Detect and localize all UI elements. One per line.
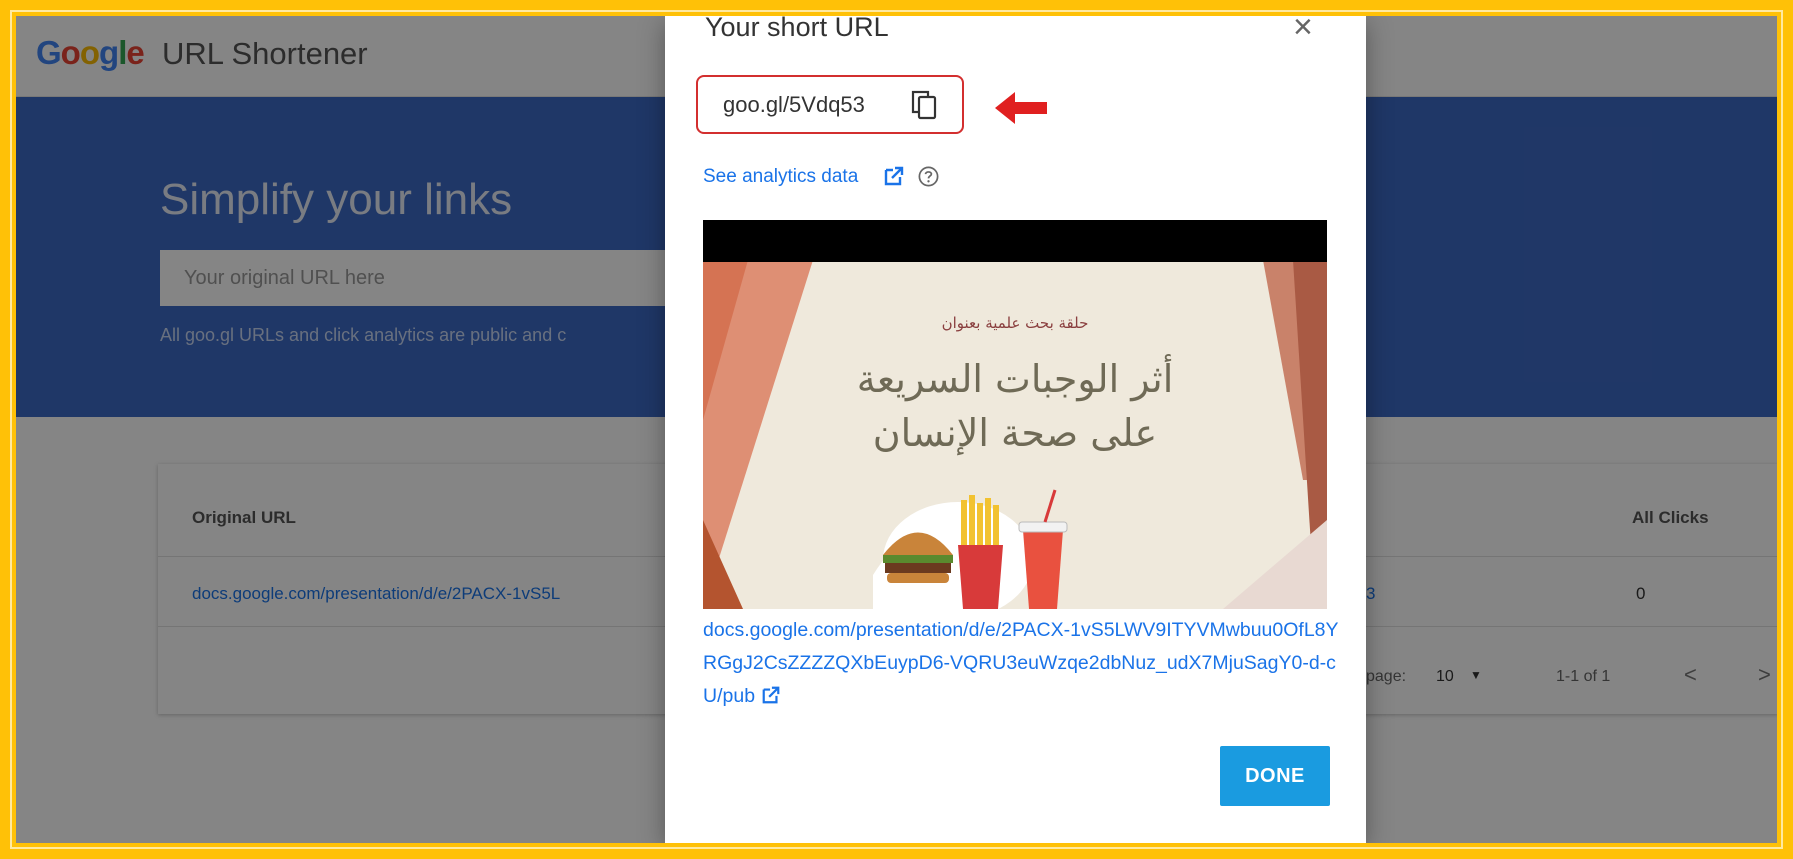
external-link-icon[interactable]: [761, 685, 781, 705]
slide-thumbnail: حلقة بحث علمية بعنوان أثر الوجبات السريع…: [703, 220, 1327, 609]
screenshot-frame: Google URL Shortener Simplify your links…: [16, 16, 1777, 843]
see-analytics-link[interactable]: See analytics data: [703, 166, 858, 188]
original-long-url-link[interactable]: docs.google.com/presentation/d/e/2PACX-1…: [703, 614, 1343, 713]
slide-title-line2: على صحة الإنسان: [873, 411, 1157, 456]
short-url-box: goo.gl/5Vdq53: [696, 75, 964, 134]
slide-subtitle: حلقة بحث علمية بعنوان: [942, 314, 1089, 332]
copy-icon[interactable]: [907, 87, 943, 123]
dialog-title: Your short URL: [705, 16, 889, 42]
done-button[interactable]: DONE: [1220, 746, 1330, 806]
help-icon[interactable]: [917, 165, 940, 188]
link-preview-image: حلقة بحث علمية بعنوان أثر الوجبات السريع…: [703, 220, 1327, 609]
slide-title-line1: أثر الوجبات السريعة: [857, 354, 1174, 402]
close-icon[interactable]: ×: [1293, 16, 1313, 47]
external-link-icon[interactable]: [883, 165, 905, 187]
red-arrow-icon: [995, 92, 1047, 124]
short-url-text[interactable]: goo.gl/5Vdq53: [723, 92, 865, 118]
original-long-url-text[interactable]: docs.google.com/presentation/d/e/2PACX-1…: [703, 619, 1339, 707]
short-url-dialog: Your short URL × goo.gl/5Vdq53 See analy…: [665, 16, 1366, 843]
